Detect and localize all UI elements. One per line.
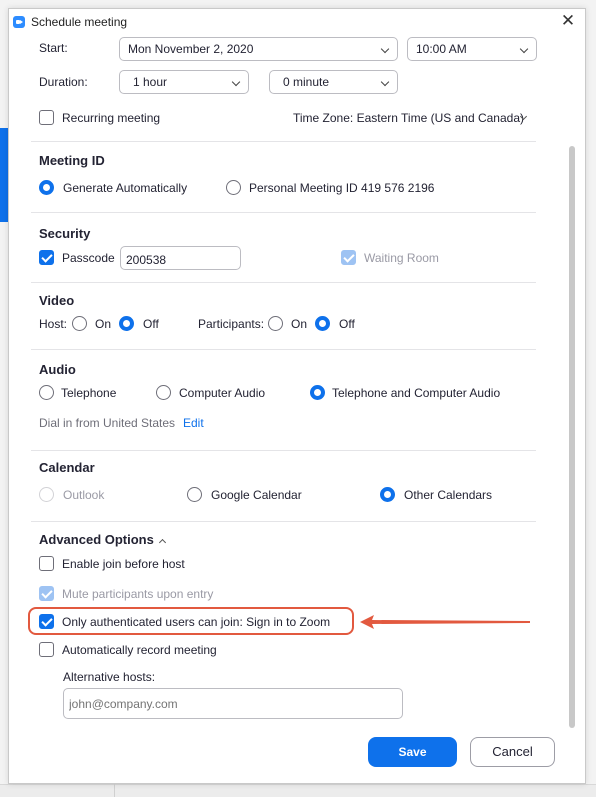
background-divider (114, 784, 115, 797)
participants-video-off-label: Off (339, 317, 355, 331)
calendar-other-label: Other Calendars (404, 488, 493, 502)
waiting-room-checkbox[interactable] (341, 250, 356, 265)
audio-both-radio[interactable] (310, 385, 325, 400)
personal-meeting-id-radio[interactable] (226, 180, 241, 195)
audio-telephone-radio[interactable] (39, 385, 54, 400)
divider (31, 349, 536, 350)
generate-automatically-label: Generate Automatically (63, 181, 188, 195)
dial-in-edit-link[interactable]: Edit (183, 416, 204, 430)
duration-minutes-select[interactable]: 0 minute (269, 70, 398, 94)
personal-meeting-id-label: Personal Meeting ID 419 576 2196 (249, 181, 435, 195)
audio-telephone-label: Telephone (61, 386, 117, 400)
background-sidebar-highlight (0, 128, 8, 222)
participants-video-label: Participants: (198, 317, 265, 331)
timezone-select[interactable]: Time Zone: Eastern Time (US and Canada) (293, 111, 524, 125)
participants-video-on-label: On (291, 317, 308, 331)
auto-record-label: Automatically record meeting (62, 643, 217, 657)
participants-video-off-radio[interactable] (315, 316, 330, 331)
duration-hours-select[interactable]: 1 hour (119, 70, 249, 94)
chevron-down-icon (231, 77, 241, 87)
host-video-label: Host: (39, 317, 68, 331)
start-time-value: 10:00 AM (416, 42, 467, 56)
mute-on-entry-checkbox[interactable] (39, 586, 54, 601)
calendar-outlook-label: Outlook (63, 488, 105, 502)
close-icon[interactable]: ✕ (559, 12, 577, 30)
host-video-off-label: Off (143, 317, 159, 331)
vertical-scrollbar[interactable] (569, 146, 575, 728)
audio-computer-radio[interactable] (156, 385, 171, 400)
video-title: Video (39, 293, 75, 308)
calendar-outlook-radio[interactable] (39, 487, 54, 502)
mute-on-entry-label: Mute participants upon entry (62, 587, 214, 601)
background-taskbar (0, 784, 596, 797)
divider (31, 141, 536, 142)
calendar-title: Calendar (39, 460, 95, 475)
waiting-room-label: Waiting Room (364, 251, 439, 265)
save-button[interactable]: Save (368, 737, 457, 767)
security-title: Security (39, 226, 91, 241)
start-label: Start: (39, 41, 68, 55)
duration-minutes-value: 0 minute (283, 75, 330, 89)
window-title: Schedule meeting (31, 15, 128, 29)
meeting-id-title: Meeting ID (39, 153, 105, 168)
recurring-label: Recurring meeting (62, 111, 161, 125)
calendar-other-radio[interactable] (380, 487, 395, 502)
duration-hours-value: 1 hour (133, 75, 168, 89)
join-before-host-checkbox[interactable] (39, 556, 54, 571)
audio-computer-label: Computer Audio (179, 386, 266, 400)
annotation-highlight-box (28, 607, 354, 635)
audio-title: Audio (39, 362, 76, 377)
dial-in-text: Dial in from United States (39, 416, 176, 430)
alternative-hosts-label: Alternative hosts: (63, 670, 156, 684)
audio-both-label: Telephone and Computer Audio (332, 386, 501, 400)
generate-automatically-radio[interactable] (39, 180, 54, 195)
divider (31, 450, 536, 451)
start-date-select[interactable]: Mon November 2, 2020 (119, 37, 398, 61)
alternative-hosts-input[interactable] (63, 688, 403, 719)
chevron-down-icon (519, 44, 529, 54)
host-video-on-radio[interactable] (72, 316, 87, 331)
duration-label: Duration: (39, 75, 88, 89)
join-before-host-label: Enable join before host (62, 557, 185, 571)
divider (31, 282, 536, 283)
divider (31, 212, 536, 213)
zoom-video-icon (13, 16, 25, 28)
passcode-checkbox[interactable] (39, 250, 54, 265)
host-video-off-radio[interactable] (119, 316, 134, 331)
calendar-google-radio[interactable] (187, 487, 202, 502)
host-video-on-label: On (95, 317, 112, 331)
participants-video-on-radio[interactable] (268, 316, 283, 331)
advanced-options-toggle[interactable]: Advanced Options (39, 532, 154, 547)
title-bar: Schedule meeting ✕ (9, 9, 585, 35)
auto-record-checkbox[interactable] (39, 642, 54, 657)
chevron-down-icon (380, 44, 390, 54)
passcode-input[interactable] (120, 246, 241, 270)
passcode-label: Passcode (62, 251, 115, 265)
chevron-down-icon (380, 77, 390, 87)
recurring-checkbox[interactable] (39, 110, 54, 125)
start-date-value: Mon November 2, 2020 (128, 42, 254, 56)
start-time-select[interactable]: 10:00 AM (407, 37, 537, 61)
divider (31, 521, 536, 522)
cancel-button[interactable]: Cancel (470, 737, 555, 767)
calendar-google-label: Google Calendar (211, 488, 302, 502)
arrow-left-icon (360, 615, 530, 629)
